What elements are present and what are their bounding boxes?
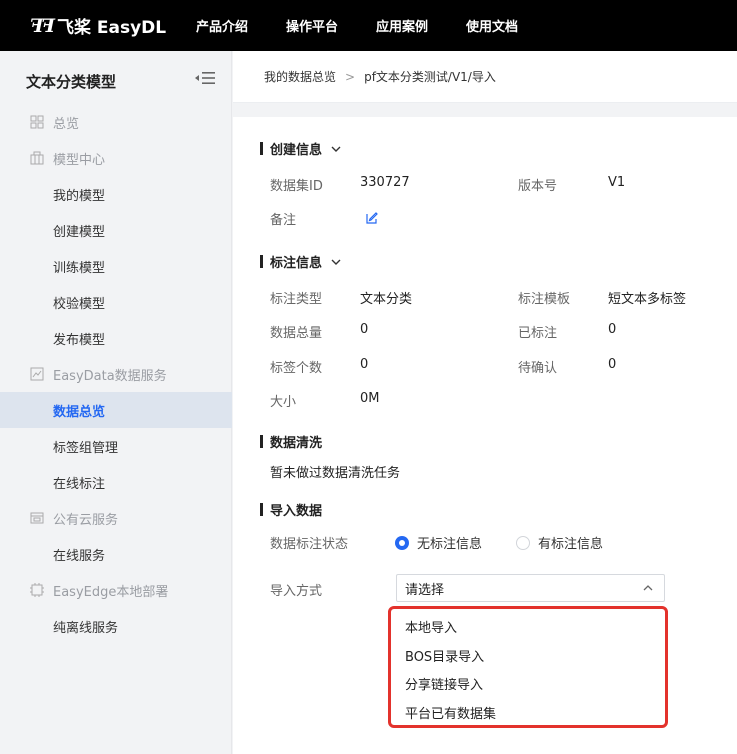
logo-text: 飞桨 EasyDL [56, 18, 167, 38]
dropdown-option-existing-dataset[interactable]: 平台已有数据集 [405, 703, 496, 722]
sidebar: 文本分类模型 总览 模型中心 我的模型 创建模型 训练模型 校验模型 发布模型 … [0, 51, 232, 754]
label-info-title[interactable]: 标注信息 [260, 252, 342, 271]
grid-icon [30, 115, 44, 129]
sidebar-item-public-cloud[interactable]: 公有云服务 [0, 500, 232, 536]
logo[interactable]: ꟻꟻ 飞桨 EasyDL [30, 13, 196, 39]
import-method-select[interactable]: 请选择 [396, 574, 665, 602]
collapse-sidebar-icon[interactable] [194, 69, 216, 87]
breadcrumb-current: pf文本分类测试/V1/导入 [364, 70, 496, 84]
dataset-id-label: 数据集ID [270, 179, 323, 194]
edge-deploy-icon [30, 583, 44, 597]
section-bar [260, 503, 263, 516]
cloud-service-icon [30, 512, 44, 524]
chevron-down-icon[interactable] [330, 143, 342, 155]
sidebar-item-publish-model[interactable]: 发布模型 [0, 320, 232, 356]
section-bar [260, 255, 263, 268]
label-status-label: 数据标注状态 [270, 537, 349, 552]
sidebar-item-my-models[interactable]: 我的模型 [0, 176, 232, 212]
radio-label: 有标注信息 [538, 537, 604, 552]
sidebar-item-tag-groups[interactable]: 标签组管理 [0, 428, 232, 464]
import-title: 导入数据 [260, 500, 322, 519]
size-value: 0M [360, 391, 380, 406]
dataset-id-value: 330727 [360, 175, 410, 190]
section-bar [260, 142, 263, 155]
radio-checked-icon [395, 535, 409, 550]
edit-icon[interactable] [365, 211, 379, 225]
sidebar-item-label: 公有云服务 [53, 512, 119, 528]
sidebar-item-data-overview[interactable]: 数据总览 [0, 392, 232, 428]
sidebar-item-offline-service[interactable]: 纯离线服务 [0, 608, 232, 644]
sidebar-item-create-model[interactable]: 创建模型 [0, 212, 232, 248]
sidebar-title: 文本分类模型 [26, 73, 117, 91]
import-method-dropdown: 本地导入 BOS目录导入 分享链接导入 平台已有数据集 [388, 606, 668, 728]
select-placeholder: 请选择 [405, 582, 445, 598]
radio-unlabeled[interactable]: 无标注信息 [395, 533, 482, 552]
sidebar-item-online-service[interactable]: 在线服务 [0, 536, 232, 572]
breadcrumb: 我的数据总览 > pf文本分类测试/V1/导入 [233, 51, 737, 103]
sidebar-item-online-labeling[interactable]: 在线标注 [0, 464, 232, 500]
total-label: 数据总量 [270, 326, 323, 341]
total-value: 0 [360, 322, 369, 337]
labeled-value: 0 [608, 322, 617, 337]
paddle-logo-icon: ꟻꟻ [30, 14, 55, 37]
radio-label: 无标注信息 [417, 537, 483, 552]
section-divider [233, 103, 737, 117]
label-type-value: 文本分类 [360, 292, 413, 307]
create-info-title[interactable]: 创建信息 [260, 139, 342, 158]
cleaning-title: 数据清洗 [260, 432, 322, 451]
pending-value: 0 [608, 357, 617, 372]
section-title-text: 标注信息 [270, 256, 323, 271]
section-title-text: 创建信息 [270, 143, 323, 158]
section-title-text: 导入数据 [270, 504, 323, 519]
breadcrumb-root[interactable]: 我的数据总览 [264, 68, 336, 85]
tag-count-value: 0 [360, 357, 369, 372]
dropdown-option-local[interactable]: 本地导入 [405, 617, 457, 636]
remark-label: 备注 [270, 213, 297, 228]
radio-labeled[interactable]: 有标注信息 [516, 533, 603, 552]
sidebar-item-model-center[interactable]: 模型中心 [0, 140, 232, 176]
version-value: V1 [608, 175, 626, 190]
dropdown-option-bos[interactable]: BOS目录导入 [405, 646, 484, 665]
label-type-label: 标注类型 [270, 292, 323, 307]
sidebar-item-easyedge[interactable]: EasyEdge本地部署 [0, 572, 232, 608]
dropdown-option-share-link[interactable]: 分享链接导入 [405, 674, 483, 693]
nav-product-intro[interactable]: 产品介绍 [196, 16, 286, 35]
section-bar [260, 435, 263, 448]
nav-cases[interactable]: 应用案例 [376, 16, 466, 35]
labeled-label: 已标注 [518, 326, 558, 341]
sidebar-item-overview[interactable]: 总览 [0, 104, 232, 140]
tag-count-label: 标签个数 [270, 361, 323, 376]
nav-platform[interactable]: 操作平台 [286, 16, 376, 35]
chevron-up-icon [643, 585, 653, 591]
version-label: 版本号 [518, 179, 558, 194]
label-template-value: 短文本多标签 [608, 292, 687, 307]
sidebar-item-train-model[interactable]: 训练模型 [0, 248, 232, 284]
top-navbar: ꟻꟻ 飞桨 EasyDL 产品介绍 操作平台 应用案例 使用文档 [0, 0, 737, 51]
pending-label: 待确认 [518, 361, 558, 376]
sidebar-item-label: 模型中心 [53, 152, 106, 168]
chart-icon [30, 367, 44, 381]
sidebar-item-label: EasyEdge本地部署 [53, 584, 169, 600]
breadcrumb-separator: > [345, 69, 356, 84]
cleaning-status: 暂未做过数据清洗任务 [270, 466, 401, 481]
sidebar-item-label: EasyData数据服务 [53, 368, 167, 384]
size-label: 大小 [270, 395, 297, 410]
model-center-icon [30, 151, 44, 165]
radio-unchecked-icon [516, 535, 530, 550]
sidebar-item-easydata[interactable]: EasyData数据服务 [0, 356, 232, 392]
import-method-label: 导入方式 [270, 584, 323, 599]
section-title-text: 数据清洗 [270, 436, 323, 451]
main-content: 我的数据总览 > pf文本分类测试/V1/导入 创建信息 数据集ID 33072… [233, 51, 737, 754]
label-template-label: 标注模板 [518, 292, 571, 307]
chevron-down-icon[interactable] [330, 256, 342, 268]
sidebar-item-validate-model[interactable]: 校验模型 [0, 284, 232, 320]
sidebar-item-label: 总览 [53, 116, 80, 132]
nav-docs[interactable]: 使用文档 [466, 16, 556, 35]
